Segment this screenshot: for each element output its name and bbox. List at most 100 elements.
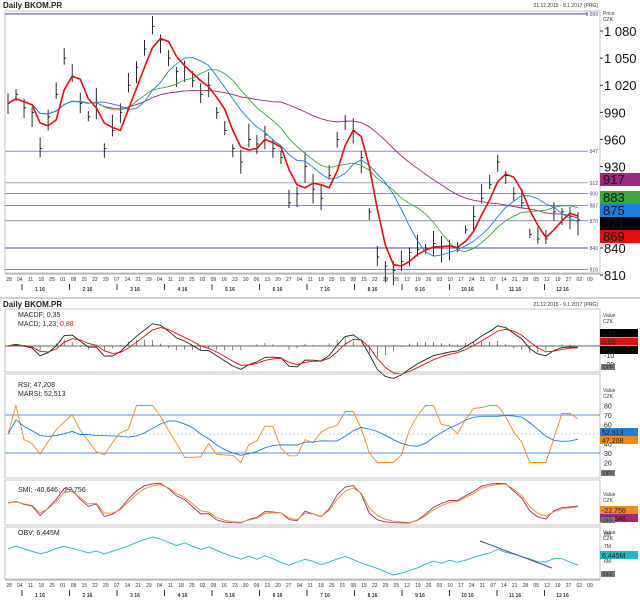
price-axis-label: 1 080 xyxy=(604,24,637,39)
macd-legend: MACD; 1,23; 0,88 xyxy=(18,321,74,328)
level-label: 900 xyxy=(590,192,599,198)
date-tick-label: 04 xyxy=(297,583,303,589)
macd-off-button[interactable]: OFF xyxy=(601,364,615,371)
date-tick-label: 15 xyxy=(82,277,88,283)
date-tick-label: 20 xyxy=(275,277,281,283)
obv-axis-label: 7M xyxy=(604,544,611,550)
smi-currency: CZK xyxy=(603,498,614,504)
rsi-axis-label: 20 xyxy=(604,461,612,468)
date-tick-label: 11 xyxy=(168,583,173,589)
date-tick-label: 16 xyxy=(221,277,227,283)
level-label: 840 xyxy=(590,246,599,252)
date-tick-label: 17 xyxy=(458,583,464,589)
rsi-axis-label: 70 xyxy=(604,413,612,420)
month-label: 12 16 xyxy=(556,287,569,293)
date-tick-label: 22 xyxy=(92,277,98,283)
date-tick-label: 22 xyxy=(372,277,378,283)
month-label: 8 16 xyxy=(368,287,378,293)
smi-off-button[interactable]: OFF xyxy=(601,517,615,524)
date-tick-label: 07 xyxy=(114,277,120,283)
rsi-currency: CZK xyxy=(603,394,614,400)
date-tick-label: 26 xyxy=(426,277,432,283)
date-tick-label: 05 xyxy=(394,277,400,283)
date-tick-label: 08 xyxy=(351,277,357,283)
date-tick-label: 25 xyxy=(49,583,55,589)
date-tick-label: 13 xyxy=(264,583,270,589)
date-tick-label: 26 xyxy=(426,583,432,589)
chart-root: Daily BKOM.PR 21.12.2015 - 9.1.2017 (PRG… xyxy=(0,0,640,599)
indicator-date-range: 21.12.2015 - 9.1.2017 (PRG) xyxy=(534,302,599,308)
date-tick-label: 04 xyxy=(17,277,23,283)
month-label: 12 16 xyxy=(556,593,569,599)
price-axis-label: 960 xyxy=(604,132,626,147)
date-tick-label: 05 xyxy=(394,583,400,589)
date-tick-label: 29 xyxy=(146,583,152,589)
date-tick-label: 14 xyxy=(125,277,131,283)
month-label: 10 16 xyxy=(461,287,474,293)
date-tick-label: 18 xyxy=(38,277,44,283)
date-tick-label: 03 xyxy=(437,583,443,589)
month-label: 2 16 xyxy=(83,593,93,599)
date-tick-label: 10 xyxy=(447,277,453,283)
price-badge-label: 869 xyxy=(603,229,625,244)
date-tick-label: 01 xyxy=(340,277,346,283)
date-tick-label: 02 xyxy=(576,583,582,589)
obv-legend: OBV; 6,445M xyxy=(18,530,60,537)
rsi-axis-label: 80 xyxy=(604,404,612,411)
rsi-off-button[interactable]: OFF xyxy=(601,470,615,477)
date-tick-label: 21 xyxy=(512,277,518,283)
price-axis-label: 990 xyxy=(604,105,626,120)
month-label: 11 16 xyxy=(509,287,521,293)
price-currency: CZK xyxy=(603,17,614,23)
date-tick-label: 04 xyxy=(17,583,23,589)
date-tick-label: 22 xyxy=(92,583,98,589)
date-tick-label: 19 xyxy=(415,277,421,283)
date-tick-label: 15 xyxy=(361,583,367,589)
price-badge-label: 917 xyxy=(603,172,625,187)
indicator-title: Daily BKOM.PR xyxy=(3,300,62,309)
month-label: 7 16 xyxy=(320,287,330,293)
month-label: 2 16 xyxy=(83,287,93,293)
date-tick-label: 19 xyxy=(415,583,421,589)
month-label: 1 16 xyxy=(35,593,45,599)
date-tick-label: 19 xyxy=(555,583,561,589)
date-tick-label: 27 xyxy=(566,583,572,589)
macd-legend-signal: 0,88 xyxy=(60,321,74,328)
date-tick-label: 10 xyxy=(447,583,453,589)
price-axis-label: 1 020 xyxy=(604,78,637,93)
date-tick-label: 17 xyxy=(458,277,464,283)
level-label: 1 099 xyxy=(585,12,598,18)
date-tick-label: 28 xyxy=(523,277,529,283)
date-tick-label: 02 xyxy=(200,583,206,589)
date-tick-label: 08 xyxy=(351,583,357,589)
obv-off-button[interactable]: OFF xyxy=(601,571,615,578)
date-tick-label: 06 xyxy=(254,583,260,589)
date-tick-label: 05 xyxy=(533,583,539,589)
obv-axis-label: 8M xyxy=(604,532,611,538)
date-tick-label: 27 xyxy=(566,277,572,283)
rsi-axis-label: 30 xyxy=(604,451,612,458)
macd-axis-label: -10 xyxy=(604,353,614,360)
level-label: 947 xyxy=(590,149,599,155)
date-tick-label: 27 xyxy=(286,277,292,283)
date-tick-label: 18 xyxy=(178,277,184,283)
date-tick-label: 04 xyxy=(157,583,163,589)
month-label: 7 16 xyxy=(320,593,330,599)
obv-badge-label: 6,445M xyxy=(602,553,626,560)
date-tick-label: 01 xyxy=(60,583,66,589)
level-label: 870 xyxy=(590,219,599,225)
marsi-legend: MARSI; 52,513 xyxy=(18,391,66,398)
price-axis-label: 1 050 xyxy=(604,51,637,66)
date-tick-label: 21 xyxy=(135,277,141,283)
obv-off-button-label: OFF xyxy=(603,572,613,578)
month-label: 6 16 xyxy=(273,593,283,599)
date-tick-label: 29 xyxy=(146,277,152,283)
date-tick-label: 09 xyxy=(587,277,593,283)
price-badges: 917883875871869 xyxy=(600,172,640,244)
date-tick-label: 19 xyxy=(555,277,561,283)
macd-badge-label: 1,23 xyxy=(602,331,616,338)
date-tick-label: 18 xyxy=(38,583,44,589)
date-tick-label: 21 xyxy=(135,583,141,589)
date-tick-label: 29 xyxy=(383,583,389,589)
month-label: 3 16 xyxy=(130,593,140,599)
